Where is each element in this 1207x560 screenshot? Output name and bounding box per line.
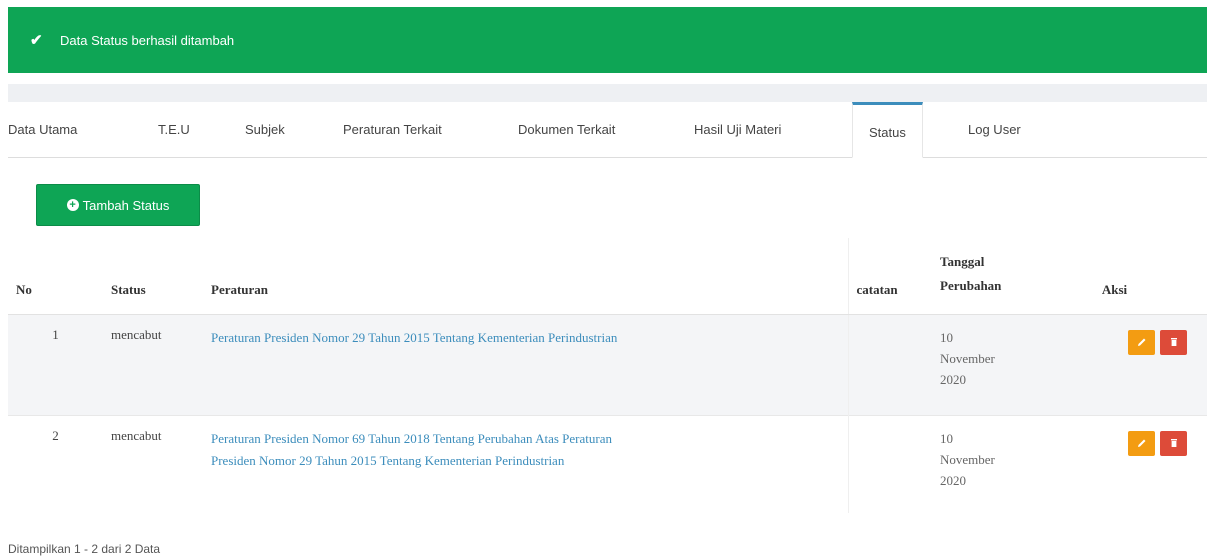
row-catatan [847, 414, 932, 513]
pencil-icon [1137, 338, 1145, 346]
content-divider [8, 84, 1207, 102]
tanggal-year: 2020 [940, 472, 966, 488]
pencil-icon [1137, 439, 1145, 447]
edit-button[interactable] [1128, 329, 1155, 355]
row-actions [1022, 313, 1207, 415]
header-status: Status [103, 238, 203, 315]
peraturan-link-line2: Presiden Nomor 29 Tahun 2015 Tentang Kem… [211, 452, 565, 468]
table-row: 1 mencabut Peraturan Presiden Nomor 29 T… [8, 313, 1207, 415]
add-status-button[interactable]: + Tambah Status [36, 184, 200, 226]
tanggal-day: 10 [940, 329, 953, 345]
peraturan-link-line1: Peraturan Presiden Nomor 69 Tahun 2018 T… [211, 430, 612, 446]
header-tanggal-line1: Tanggal [940, 253, 985, 269]
trash-icon [1170, 439, 1177, 447]
trash-icon [1170, 338, 1177, 346]
status-table: No Status Peraturan catatan Tanggal Peru… [8, 238, 1207, 513]
row-tanggal: 10 November 2020 [932, 414, 1022, 513]
header-catatan: catatan [847, 238, 932, 315]
row-status: mencabut [103, 313, 203, 415]
tab-bar: Data Utama T.E.U Subjek Peraturan Terkai… [8, 102, 1207, 158]
header-tanggal-line2: Perubahan [940, 277, 1002, 293]
header-peraturan: Peraturan [203, 238, 848, 315]
tab-dokumen-terkait[interactable]: Dokumen Terkait [518, 122, 615, 137]
header-aksi: Aksi [1022, 238, 1207, 315]
row-actions [1022, 414, 1207, 513]
delete-button[interactable] [1160, 430, 1187, 456]
row-no: 1 [8, 313, 103, 415]
pagination-info: Ditampilkan 1 - 2 dari 2 Data [8, 542, 161, 556]
delete-button[interactable] [1160, 329, 1187, 355]
success-alert: ✔ Data Status berhasil ditambah [8, 7, 1207, 73]
peraturan-link[interactable]: Peraturan Presiden Nomor 69 Tahun 2018 T… [211, 431, 612, 468]
row-catatan [847, 313, 932, 415]
tab-subjek[interactable]: Subjek [245, 122, 285, 137]
edit-button[interactable] [1128, 430, 1155, 456]
tab-log-user[interactable]: Log User [968, 122, 1021, 137]
tanggal-year: 2020 [940, 371, 966, 387]
header-tanggal-perubahan: Tanggal Perubahan [932, 238, 1022, 315]
plus-circle-icon: + [66, 199, 79, 211]
row-no: 2 [8, 414, 103, 513]
tab-status[interactable]: Status [852, 102, 923, 158]
tab-peraturan-terkait[interactable]: Peraturan Terkait [343, 122, 442, 137]
header-no: No [8, 238, 103, 315]
add-status-label: Tambah Status [82, 197, 170, 213]
peraturan-link[interactable]: Peraturan Presiden Nomor 29 Tahun 2015 T… [211, 330, 617, 345]
row-peraturan-cell: Peraturan Presiden Nomor 29 Tahun 2015 T… [203, 313, 848, 415]
tanggal-day: 10 [940, 430, 953, 446]
tanggal-month: November [940, 451, 995, 467]
check-icon: ✔ [30, 32, 43, 49]
tanggal-month: November [940, 350, 995, 366]
table-row: 2 mencabut Peraturan Presiden Nomor 69 T… [8, 414, 1207, 513]
row-tanggal: 10 November 2020 [932, 313, 1022, 415]
tab-data-utama[interactable]: Data Utama [8, 122, 77, 137]
tab-hasil-uji-materi[interactable]: Hasil Uji Materi [694, 122, 781, 137]
alert-message: Data Status berhasil ditambah [60, 32, 235, 48]
tab-teu[interactable]: T.E.U [158, 122, 190, 137]
row-peraturan-cell: Peraturan Presiden Nomor 69 Tahun 2018 T… [203, 414, 848, 513]
table-header-row: No Status Peraturan catatan Tanggal Peru… [8, 238, 1207, 315]
row-status: mencabut [103, 414, 203, 513]
